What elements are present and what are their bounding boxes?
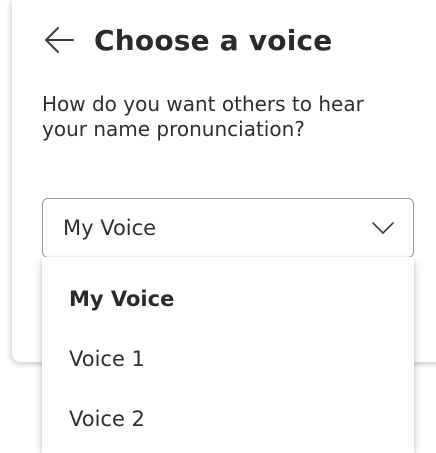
header: Choose a voice: [42, 18, 332, 62]
arrow-left-icon[interactable]: [42, 23, 76, 57]
question-text: How do you want others to hear your name…: [42, 92, 364, 141]
voice-option-my-voice[interactable]: My Voice: [42, 271, 414, 327]
voice-select-value: My Voice: [63, 216, 157, 240]
voice-option-voice-1[interactable]: Voice 1: [42, 331, 414, 387]
screen: Choose a voice How do you want others to…: [0, 0, 436, 453]
page-title: Choose a voice: [94, 23, 333, 57]
voice-option-voice-2[interactable]: Voice 2: [42, 391, 414, 447]
voice-options-menu: My Voice Voice 1 Voice 2: [42, 257, 414, 453]
voice-select[interactable]: My Voice: [42, 198, 414, 258]
chevron-down-icon: [371, 221, 395, 235]
